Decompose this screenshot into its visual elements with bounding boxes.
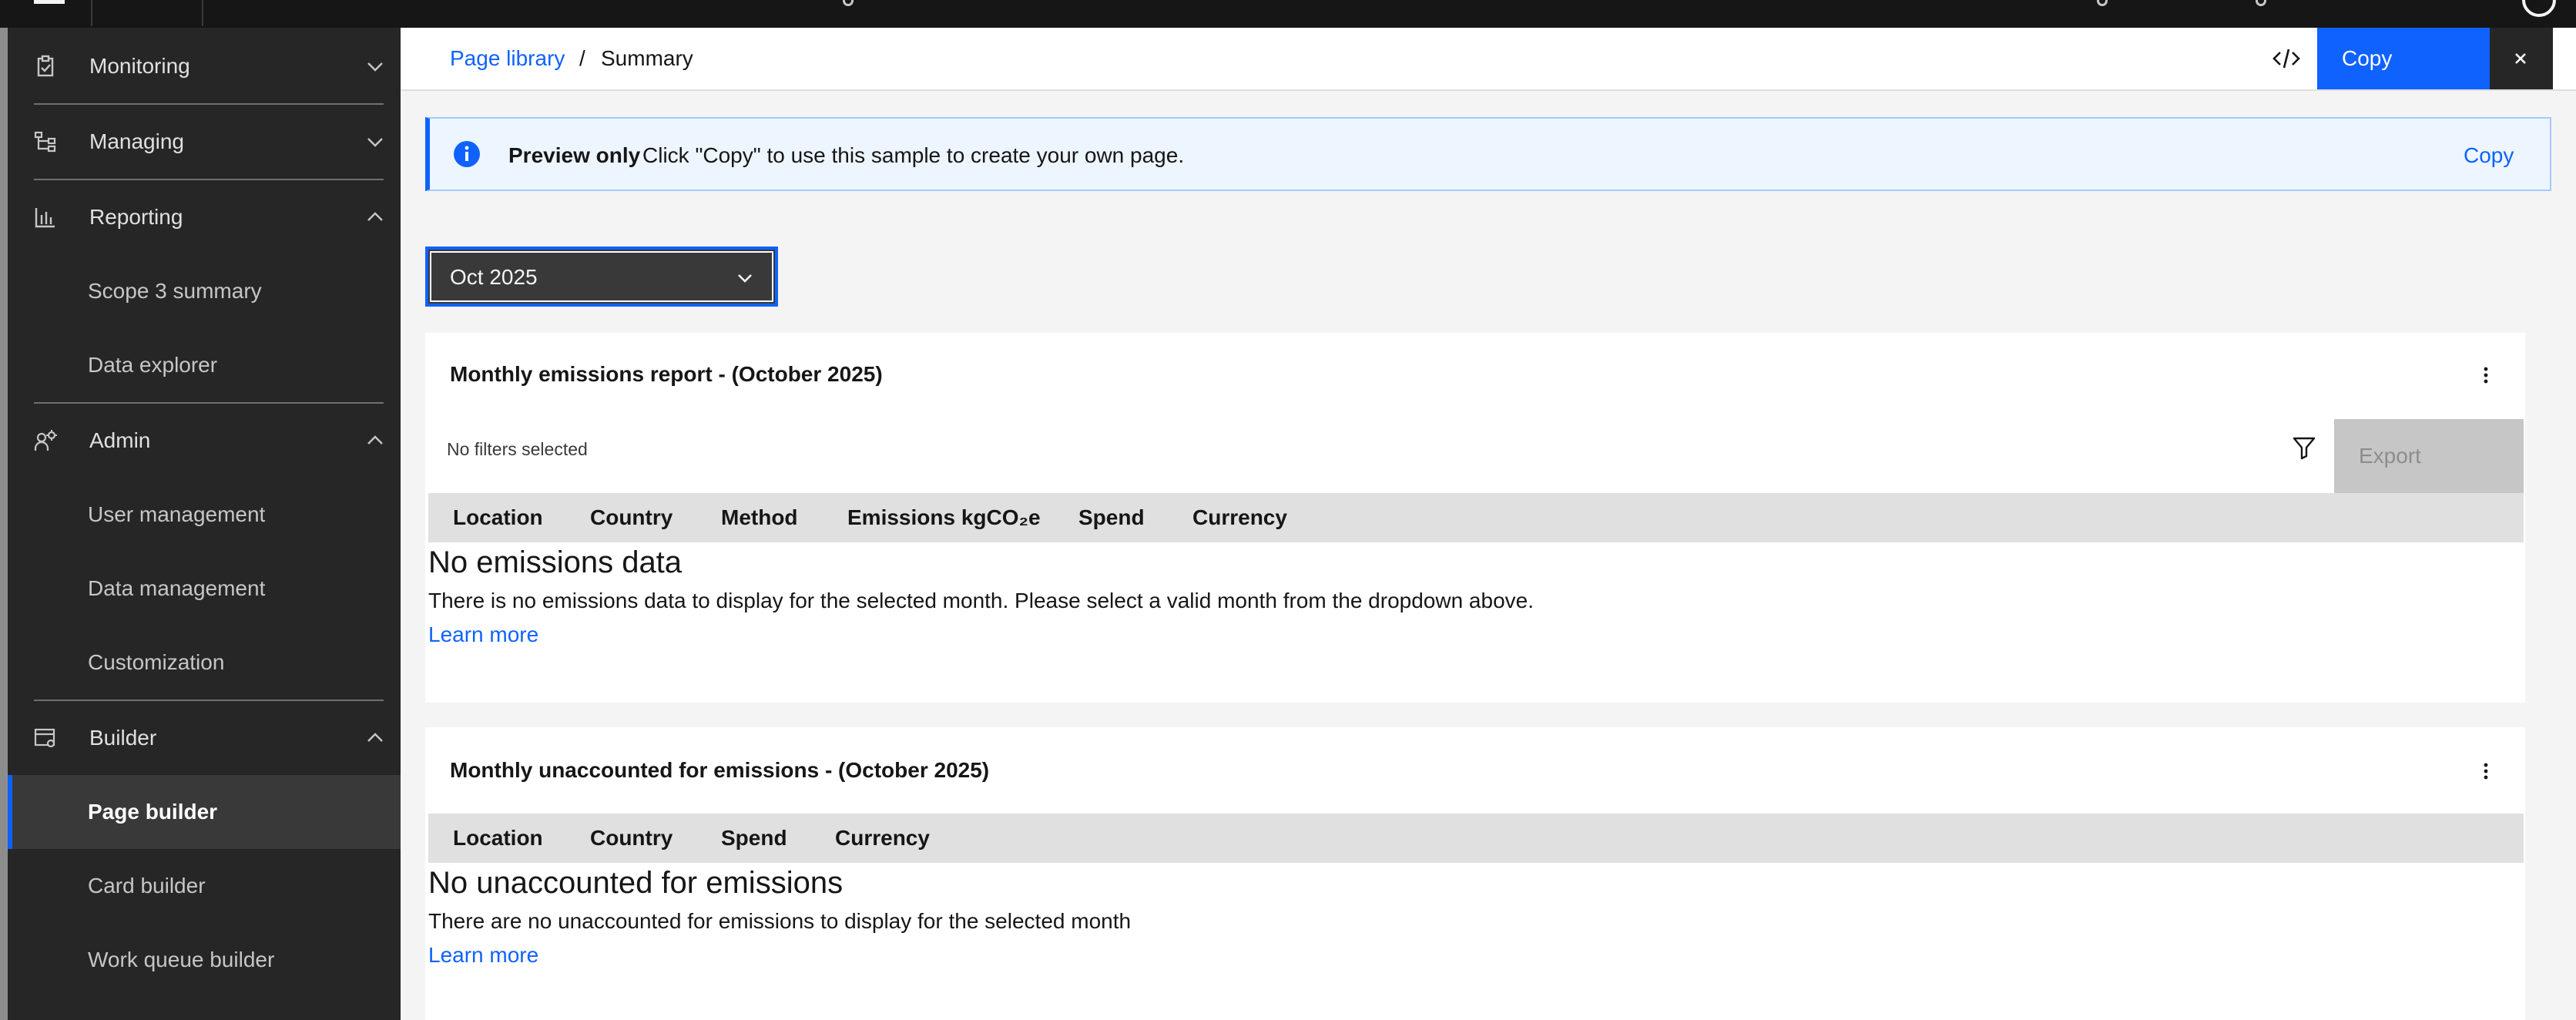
filter-status-text: No filters selected bbox=[447, 439, 588, 459]
export-button[interactable]: Export bbox=[2334, 419, 2524, 493]
month-dropdown[interactable]: Oct 2025 bbox=[425, 247, 778, 307]
empty-state-title: No unaccounted for emissions bbox=[428, 866, 844, 900]
sidebar-subitem-data-explorer[interactable]: Data explorer bbox=[8, 328, 401, 402]
sidebar-item-label: Reporting bbox=[89, 205, 183, 229]
sidebar-item-reporting[interactable]: Reporting bbox=[8, 180, 401, 254]
empty-state-message: There is no emissions data to display fo… bbox=[428, 589, 1534, 612]
sidebar-subitem-label: Customization bbox=[88, 650, 225, 674]
sidebar-item-label: Builder bbox=[89, 726, 157, 750]
card-title: Monthly unaccounted for emissions - (Oct… bbox=[450, 758, 990, 782]
overflow-menu-icon[interactable] bbox=[2474, 760, 2497, 783]
sidebar-subitem-work-queue-builder[interactable]: Work queue builder bbox=[8, 923, 401, 997]
chevron-up-icon bbox=[367, 212, 383, 221]
sidebar-subitem-scope-3-summary[interactable]: Scope 3 summary bbox=[8, 254, 401, 328]
copy-button[interactable]: Copy bbox=[2317, 28, 2490, 89]
sidebar-item-builder[interactable]: Builder bbox=[8, 701, 401, 775]
notification-title: Preview only bbox=[508, 143, 641, 167]
column-header-country[interactable]: Country bbox=[590, 505, 673, 530]
selected-indicator bbox=[8, 775, 12, 849]
sidebar-subitem-label: User management bbox=[88, 502, 266, 526]
sidebar-subitem-user-management[interactable]: User management bbox=[8, 478, 401, 552]
truncated-text-glyph bbox=[2256, 0, 2266, 6]
page-header: Page library / Summary Copy bbox=[401, 28, 2576, 91]
filter-icon[interactable] bbox=[2291, 435, 2317, 461]
table-header: Location Country Spend Currency bbox=[428, 814, 2524, 863]
column-header-spend[interactable]: Spend bbox=[721, 826, 787, 851]
preview-notification: Preview only Click "Copy" to use this sa… bbox=[425, 117, 2551, 191]
sidebar-subitem-label: Page builder bbox=[88, 800, 218, 824]
breadcrumb-page-library-link[interactable]: Page library bbox=[450, 46, 565, 71]
chevron-up-icon bbox=[367, 733, 383, 742]
info-icon bbox=[454, 141, 480, 167]
truncated-text-glyph bbox=[843, 0, 854, 6]
help-icon[interactable] bbox=[2522, 0, 2556, 17]
sidebar-item-admin[interactable]: Admin bbox=[8, 404, 401, 478]
learn-more-link[interactable]: Learn more bbox=[428, 622, 538, 647]
chevron-down-icon bbox=[738, 274, 752, 283]
overflow-menu-icon[interactable] bbox=[2474, 364, 2497, 387]
sidebar-item-label: Admin bbox=[89, 428, 151, 452]
user-admin-icon bbox=[34, 430, 57, 451]
column-header-currency[interactable]: Currency bbox=[1192, 505, 1287, 530]
sidebar-item-label: Monitoring bbox=[89, 54, 190, 78]
close-button[interactable] bbox=[2490, 28, 2553, 89]
clipboard-icon bbox=[37, 55, 54, 77]
column-header-location[interactable]: Location bbox=[453, 826, 543, 851]
sidebar-subitem-label: Work queue builder bbox=[88, 948, 275, 971]
topbar-divider bbox=[91, 0, 92, 26]
sidebar-subitem-label: Scope 3 summary bbox=[88, 279, 262, 303]
month-dropdown-value: Oct 2025 bbox=[450, 265, 538, 289]
hamburger-menu-icon[interactable] bbox=[34, 0, 65, 8]
sidebar-subitem-label: Card builder bbox=[88, 874, 206, 898]
table-header: Location Country Method Emissions kgCO₂e… bbox=[428, 493, 2524, 542]
sidebar-subitem-customization[interactable]: Customization bbox=[8, 626, 401, 700]
close-icon bbox=[2515, 53, 2526, 64]
sidebar-item-managing[interactable]: Managing bbox=[8, 105, 401, 179]
empty-state-title: No emissions data bbox=[428, 545, 683, 579]
sidebar-subitem-label: Data explorer bbox=[88, 353, 218, 377]
card-title: Monthly emissions report - (October 2025… bbox=[450, 362, 883, 386]
topbar-divider bbox=[202, 0, 203, 26]
column-header-emissions[interactable]: Emissions kgCO₂e bbox=[847, 505, 1041, 530]
monthly-emissions-card: Monthly emissions report - (October 2025… bbox=[425, 333, 2525, 703]
sidebar-item-label: Managing bbox=[89, 129, 184, 153]
breadcrumb-current: Summary bbox=[601, 46, 693, 70]
column-header-location[interactable]: Location bbox=[453, 505, 543, 530]
notification-message: Click "Copy" to use this sample to creat… bbox=[642, 143, 1185, 167]
chevron-up-icon bbox=[367, 435, 383, 445]
column-header-country[interactable]: Country bbox=[590, 826, 673, 851]
sidebar-subitem-card-builder[interactable]: Card builder bbox=[8, 849, 401, 923]
sidebar-subitem-data-management[interactable]: Data management bbox=[8, 552, 401, 626]
side-navigation: Monitoring Managing Reporting Scope 3 su… bbox=[0, 28, 401, 1020]
column-header-currency[interactable]: Currency bbox=[835, 826, 930, 851]
column-header-method[interactable]: Method bbox=[721, 505, 798, 530]
top-bar bbox=[0, 0, 2576, 28]
breadcrumb-separator: / bbox=[579, 46, 585, 70]
chevron-down-icon bbox=[367, 138, 383, 147]
chevron-down-icon bbox=[367, 62, 383, 72]
sidebar-item-monitoring[interactable]: Monitoring bbox=[8, 29, 401, 103]
sidebar-subitem-label: Data management bbox=[88, 576, 266, 600]
truncated-text-glyph bbox=[2097, 0, 2108, 6]
hierarchy-icon bbox=[34, 131, 56, 153]
unaccounted-emissions-card: Monthly unaccounted for emissions - (Oct… bbox=[425, 727, 2525, 1020]
bar-chart-icon bbox=[35, 208, 55, 228]
notification-copy-action[interactable]: Copy bbox=[2464, 143, 2514, 168]
builder-icon bbox=[34, 728, 55, 748]
column-header-spend[interactable]: Spend bbox=[1078, 505, 1145, 530]
empty-state-message: There are no unaccounted for emissions t… bbox=[428, 909, 1132, 933]
sidebar-subitem-page-builder[interactable]: Page builder bbox=[8, 775, 401, 849]
code-icon[interactable] bbox=[2271, 45, 2302, 72]
learn-more-link[interactable]: Learn more bbox=[428, 943, 538, 968]
